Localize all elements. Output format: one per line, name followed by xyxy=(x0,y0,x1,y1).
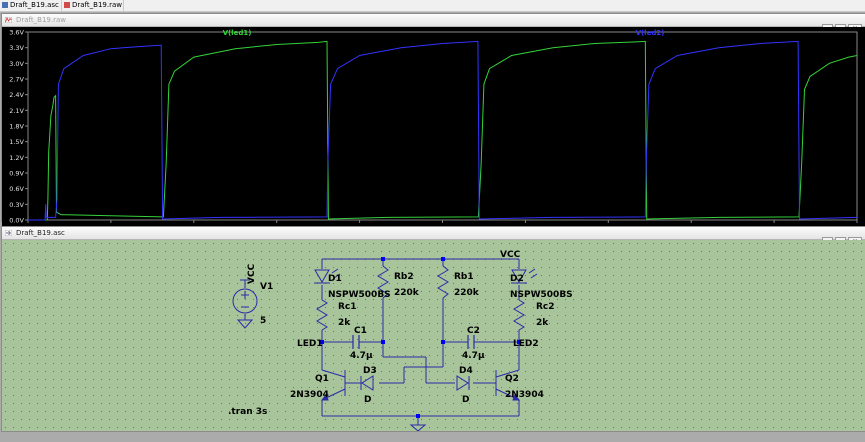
waveform-plot-area[interactable]: 0.0V 0.3V 0.6V 0.9V 1.2V 1.5V 1.8V 2.1V 2.4V 2.7V… xyxy=(2,27,865,234)
y-tick-label: 0.9V xyxy=(9,170,24,178)
legend-trace-label[interactable]: V(led1) xyxy=(223,29,252,37)
schematic-window-title: Draft_B19.asc xyxy=(16,229,65,237)
d2-label: D2 xyxy=(510,274,524,284)
q2-model: 2N3904 xyxy=(505,390,544,400)
rb1-value: 220k xyxy=(454,288,480,298)
waveform-icon xyxy=(64,2,70,8)
q1-label: Q1 xyxy=(315,374,329,384)
tran-directive[interactable]: .tran 3s xyxy=(228,407,267,417)
d4-model: D xyxy=(462,395,469,405)
vcc-label-left: VCC xyxy=(247,263,257,284)
c1-value: 4.7µ xyxy=(350,351,373,361)
y-tick-label: 3.6V xyxy=(9,29,24,37)
schematic-window-titlebar[interactable]: Draft_B19.asc –▭✕ xyxy=(2,227,865,245)
waveform-chart: 0.0V 0.3V 0.6V 0.9V 1.2V 1.5V 1.8V 2.1V 2.4V 2.7V… xyxy=(9,29,858,234)
y-tick-label: 0.0V xyxy=(9,217,24,225)
schematic-window[interactable]: Draft_B19.asc –▭✕ xyxy=(1,226,865,432)
d3-label: D3 xyxy=(363,366,377,376)
document-tab-bar: Draft_B19.asc Draft_B19.raw xyxy=(0,0,865,12)
trace-v-led2 xyxy=(28,40,858,221)
q1-model: 2N3904 xyxy=(290,390,329,400)
y-tick-label: 0.6V xyxy=(9,185,24,193)
y-tick-label: 2.1V xyxy=(9,107,24,115)
y-tick-label: 1.2V xyxy=(9,154,24,162)
rc2-label: Rc2 xyxy=(536,302,555,312)
y-tick-label: 2.7V xyxy=(9,76,24,84)
y-tick-label: 3.3V xyxy=(9,44,24,52)
vcc-label-right: VCC xyxy=(500,250,521,260)
y-tick-label: 1.5V xyxy=(9,138,24,146)
trace-v-led1 xyxy=(28,40,858,221)
rb2-value: 220k xyxy=(394,288,420,298)
tab-schematic[interactable]: Draft_B19.asc xyxy=(0,0,62,11)
tab-waveform-label: Draft_B19.raw xyxy=(72,1,122,9)
v1-label: V1 xyxy=(260,282,273,292)
y-tick-label: 1.8V xyxy=(9,123,24,131)
schematic-grid xyxy=(2,240,865,431)
v1-value: 5 xyxy=(260,316,266,326)
rc2-value: 2k xyxy=(536,318,549,328)
led2-node-label: LED2 xyxy=(513,339,539,349)
c1-label: C1 xyxy=(354,326,367,336)
rc1-value: 2k xyxy=(338,318,351,328)
schematic-drawing: VCC V1 5 D1 NSPW500BS Rc1 2k Rb2 220k Rb… xyxy=(2,240,865,431)
c2-value: 4.7µ xyxy=(462,351,485,361)
d1-model: NSPW500BS xyxy=(328,290,391,300)
d1-label: D1 xyxy=(328,274,342,284)
d2-model: NSPW500BS xyxy=(510,290,573,300)
waveform-icon xyxy=(5,17,12,23)
schematic-icon xyxy=(2,2,8,8)
waveform-window[interactable]: Draft_B19.raw –▭✕ 0.0V 0.3V 0.6V 0.9V 1.2V 1.… xyxy=(1,13,865,234)
c2-label: C2 xyxy=(467,326,480,336)
y-tick-label: 0.3V xyxy=(9,201,24,209)
rb1-label: Rb1 xyxy=(454,272,474,282)
schematic-icon xyxy=(5,230,12,236)
q2-label: Q2 xyxy=(505,374,519,384)
waveform-window-titlebar[interactable]: Draft_B19.raw –▭✕ xyxy=(2,14,865,32)
rb2-label: Rb2 xyxy=(394,272,414,282)
schematic-canvas[interactable]: VCC V1 5 D1 NSPW500BS Rc1 2k Rb2 220k Rb… xyxy=(2,240,865,431)
rc1-label: Rc1 xyxy=(338,302,357,312)
y-tick-label: 2.4V xyxy=(9,91,24,99)
plot-frame xyxy=(27,31,858,221)
y-tick-label: 3.0V xyxy=(9,60,24,68)
legend-trace-label[interactable]: V(led2) xyxy=(636,29,665,37)
led1-node-label: LED1 xyxy=(297,339,323,349)
tab-schematic-label: Draft_B19.asc xyxy=(10,1,59,9)
waveform-window-title: Draft_B19.raw xyxy=(16,16,66,24)
d4-label: D4 xyxy=(459,366,473,376)
d3-model: D xyxy=(364,395,371,405)
tab-waveform[interactable]: Draft_B19.raw xyxy=(62,0,124,11)
